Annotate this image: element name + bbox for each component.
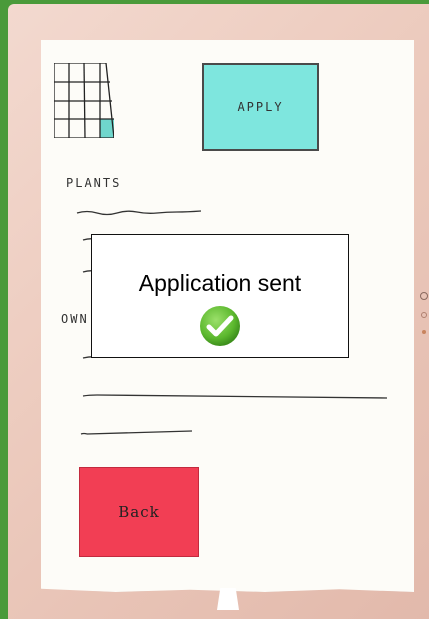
confirmation-dialog: Application sent xyxy=(91,234,349,358)
checkmark-icon xyxy=(200,306,240,346)
back-button-label: Back xyxy=(118,503,160,521)
dialog-message: Application sent xyxy=(138,270,302,296)
home-indicator xyxy=(217,588,239,610)
page-indicator xyxy=(420,292,428,334)
back-button[interactable]: Back xyxy=(79,467,199,557)
